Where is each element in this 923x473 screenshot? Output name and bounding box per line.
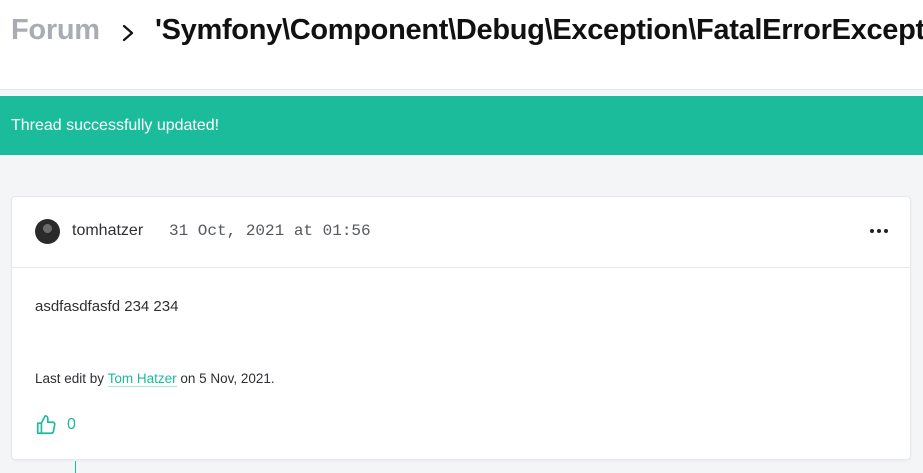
editor-link[interactable]: Tom Hatzer [107,371,177,387]
more-horizontal-icon [870,229,874,233]
avatar[interactable] [35,219,60,244]
edit-suffix: on 5 Nov, 2021. [180,371,275,386]
thread-connector [75,461,76,473]
post-timestamp: 31 Oct, 2021 at 01:56 [169,222,371,240]
author-username[interactable]: tomhatzer [72,222,143,240]
breadcrumb-forum-link[interactable]: Forum [11,14,100,47]
post-header: tomhatzer 31 Oct, 2021 at 01:56 [12,197,910,268]
more-options-button[interactable] [864,219,894,243]
thread-title: 'Symfony\Component\Debug\Exception\Fatal… [155,14,923,46]
post-card: tomhatzer 31 Oct, 2021 at 01:56 asdfasdf… [11,196,911,460]
chevron-right-icon [122,24,134,42]
last-edit-info: Last edit by Tom Hatzer on 5 Nov, 2021. [35,371,275,387]
like-count: 0 [67,416,76,433]
success-message: Thread successfully updated! [11,117,220,134]
success-banner: Thread successfully updated! [0,96,923,155]
page-header: Forum 'Symfony\Component\Debug\Exception… [0,0,923,90]
thumbs-up-icon [36,415,56,435]
edit-prefix: Last edit by [35,371,105,386]
like-button[interactable]: 0 [35,413,76,437]
post-body: asdfasdfasfd 234 234 [35,298,179,315]
